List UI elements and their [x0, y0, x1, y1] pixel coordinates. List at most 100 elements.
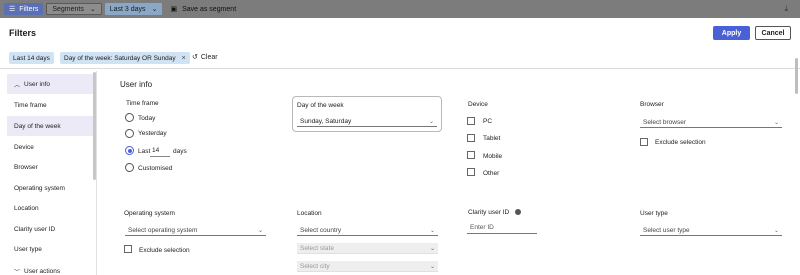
chevron-down-icon: ⌄	[428, 118, 434, 125]
browser-exclude-checkbox[interactable]	[640, 138, 648, 146]
city-dropdown: Select city ⌄	[297, 261, 438, 272]
os-placeholder: Select operating system	[128, 226, 198, 234]
segments-label: Segments	[52, 5, 84, 13]
filter-chip-day-of-week[interactable]: Day of the week: Saturday OR Sunday ×	[60, 52, 190, 64]
chevron-down-icon: ⌄	[773, 119, 779, 126]
checkbox-mobile-label: Mobile	[483, 153, 503, 160]
user-type-label: User type	[640, 210, 668, 217]
sidebar-scrollbar[interactable]	[93, 72, 96, 180]
browser-dropdown[interactable]: Select browser ⌄	[640, 117, 782, 128]
day-of-week-dropdown[interactable]: Sunday, Saturday ⌄	[297, 116, 437, 127]
checkbox-mobile[interactable]	[467, 151, 475, 159]
sidebar-item-time-frame[interactable]: Time frame	[7, 95, 95, 115]
info-icon[interactable]	[515, 209, 521, 215]
checkbox-other[interactable]	[467, 168, 475, 176]
chevron-down-icon: ﹀	[14, 269, 21, 275]
clear-button[interactable]: ↺ Clear	[192, 53, 218, 62]
state-placeholder: Select state	[300, 244, 334, 252]
chip-label: Last 14 days	[13, 54, 50, 62]
sidebar-item-browser[interactable]: Browser	[7, 157, 95, 177]
apply-button[interactable]: Apply	[713, 26, 750, 40]
save-segment-label: Save as segment	[182, 5, 237, 13]
download-icon[interactable]: ⤓	[784, 4, 788, 14]
sidebar-item-label: Device	[14, 143, 34, 151]
main-scrollbar[interactable]	[795, 58, 798, 94]
checkbox-tablet[interactable]	[467, 134, 475, 142]
sidebar-item-operating-system[interactable]: Operating system	[7, 178, 95, 198]
clear-label: Clear	[200, 53, 218, 61]
os-dropdown[interactable]: Select operating system ⌄	[125, 225, 266, 236]
segments-dropdown[interactable]: Segments ⌄	[46, 3, 102, 15]
clarity-user-id-placeholder: Enter ID	[470, 224, 494, 231]
chevron-up-icon: ︿	[14, 82, 21, 89]
radio-last[interactable]	[125, 146, 134, 155]
radio-customised[interactable]	[125, 163, 134, 172]
sidebar-item-label: Location	[14, 204, 39, 212]
close-icon[interactable]: ×	[182, 55, 186, 62]
date-range-label: Last 3 days	[109, 5, 146, 13]
sidebar-item-label: Clarity user ID	[14, 225, 56, 233]
sidebar-item-label: Operating system	[14, 184, 65, 192]
chevron-down-icon: ⌄	[89, 6, 96, 13]
sidebar-item-user-info[interactable]: ︿ User info	[7, 74, 95, 94]
device-label: Device	[468, 101, 488, 108]
chevron-down-icon: ⌄	[257, 227, 263, 234]
sidebar-item-location[interactable]: Location	[7, 198, 95, 218]
chevron-down-icon: ⌄	[429, 263, 435, 270]
filters-label: Filters	[19, 5, 39, 13]
sidebar-item-label: User info	[24, 80, 51, 88]
sidebar-item-label: User type	[14, 245, 42, 253]
last-days-input[interactable]: 14	[150, 147, 170, 157]
checkbox-pc-label: PC	[483, 118, 493, 125]
date-range-button[interactable]: Last 3 days ⌄	[104, 3, 163, 15]
filters-button[interactable]: ☰ Filters	[4, 3, 44, 15]
day-of-week-value: Sunday, Saturday	[300, 117, 352, 125]
undo-icon: ↺	[192, 54, 198, 61]
user-type-placeholder: Select user type	[643, 226, 690, 234]
radio-today-label: Today	[138, 115, 156, 122]
sidebar-item-label: User actions	[24, 267, 61, 275]
chevron-down-icon: ⌄	[773, 227, 779, 234]
save-segment-button[interactable]: ▣ Save as segment	[165, 3, 241, 15]
os-exclude-label: Exclude selection	[139, 247, 190, 254]
user-type-dropdown[interactable]: Select user type ⌄	[640, 225, 782, 236]
time-frame-label: Time frame	[126, 100, 159, 107]
save-icon: ▣	[170, 6, 178, 13]
filter-chip-timeframe[interactable]: Last 14 days	[9, 52, 54, 64]
sidebar-item-clarity-user-id[interactable]: Clarity user ID	[7, 219, 95, 239]
background-toolbar: ☰ Filters Segments ⌄ Last 3 days ⌄ ▣ Sav…	[0, 0, 800, 18]
os-exclude-checkbox[interactable]	[124, 245, 132, 253]
sidebar-item-user-type[interactable]: User type	[7, 239, 95, 259]
filter-category-sidebar: ︿ User info Time frame Day of the week D…	[7, 71, 97, 275]
location-label: Location	[297, 210, 322, 217]
clarity-user-id-label: Clarity user ID	[468, 209, 510, 216]
sidebar-item-day-of-week[interactable]: Day of the week	[7, 116, 95, 136]
browser-label: Browser	[640, 101, 664, 108]
clarity-user-id-input[interactable]: Enter ID	[467, 222, 537, 234]
os-label: Operating system	[124, 210, 175, 217]
browser-exclude-label: Exclude selection	[655, 139, 706, 146]
sidebar-item-device[interactable]: Device	[7, 137, 95, 157]
sidebar-item-label: Browser	[14, 163, 38, 171]
sidebar-item-user-actions[interactable]: ﹀ User actions	[7, 261, 95, 275]
city-placeholder: Select city	[300, 262, 330, 270]
filters-modal: Filters Apply Cancel Last 14 days Day of…	[0, 18, 800, 275]
chevron-down-icon: ⌄	[151, 6, 158, 13]
radio-last-label: Last	[138, 148, 151, 155]
sidebar-item-label: Day of the week	[14, 122, 61, 130]
radio-today[interactable]	[125, 113, 134, 122]
modal-title: Filters	[9, 28, 37, 38]
country-dropdown[interactable]: Select country ⌄	[297, 225, 438, 236]
radio-customised-label: Customised	[138, 165, 173, 172]
browser-placeholder: Select browser	[643, 118, 686, 126]
cancel-button[interactable]: Cancel	[755, 26, 791, 40]
divider	[0, 68, 800, 69]
country-placeholder: Select country	[300, 226, 342, 234]
chevron-down-icon: ⌄	[429, 227, 435, 234]
checkbox-pc[interactable]	[467, 117, 475, 125]
section-title: User info	[120, 80, 153, 89]
chevron-down-icon: ⌄	[429, 245, 435, 252]
checkbox-other-label: Other	[483, 170, 500, 177]
radio-yesterday[interactable]	[125, 129, 134, 138]
checkbox-tablet-label: Tablet	[483, 135, 501, 142]
